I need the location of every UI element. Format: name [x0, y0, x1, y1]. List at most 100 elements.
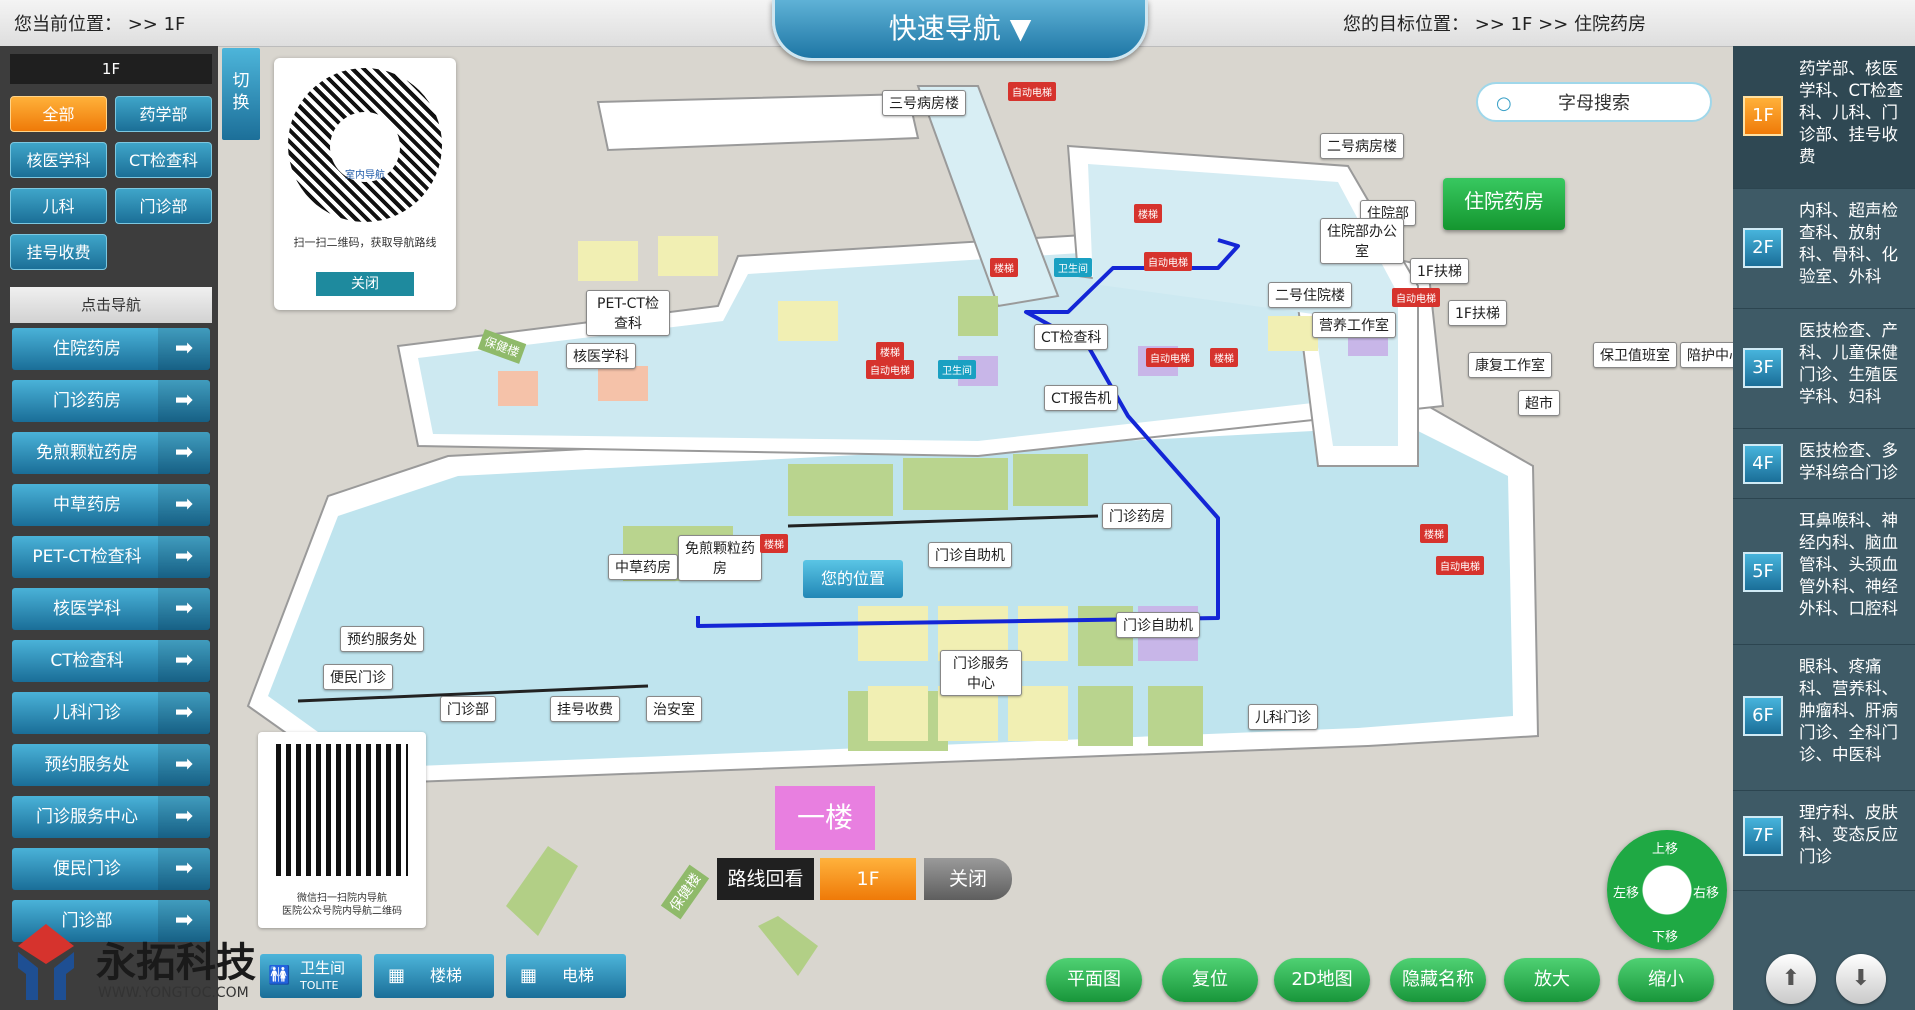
floor-button-3f[interactable]: 3F — [1743, 348, 1783, 388]
arrow-right-icon: ➡ — [158, 328, 210, 370]
restroom-button[interactable]: 🚻 卫生间 TOLITE — [260, 954, 362, 998]
floor-row-4f[interactable]: 4F 医技检查、多学科综合门诊 — [1733, 428, 1915, 499]
2d-map-button[interactable]: 2D地图 — [1274, 958, 1370, 1002]
nav-item-service-center[interactable]: 门诊服务中心 ➡ — [12, 796, 210, 838]
map-label-ct-report[interactable]: CT报告机 — [1044, 385, 1119, 411]
floor-row-5f[interactable]: 5F 耳鼻喉科、神经内科、脑血管科、头颈血管外科、神经外科、口腔科 — [1733, 498, 1915, 645]
map-label-granule-pharmacy[interactable]: 免煎颗粒药房 — [678, 535, 762, 581]
map-tag-elevator[interactable]: 自动电梯 — [1392, 288, 1440, 307]
map-label-service-center[interactable]: 门诊服务中心 — [940, 650, 1022, 696]
map-tag-elevator[interactable]: 自动电梯 — [866, 360, 914, 379]
map-tag-elevator[interactable]: 自动电梯 — [1436, 556, 1484, 575]
floor-button-1f[interactable]: 1F — [1743, 96, 1783, 136]
map-label-inpatient-building-2[interactable]: 二号住院楼 — [1268, 282, 1352, 308]
map-label-self-service-a[interactable]: 门诊自助机 — [928, 542, 1012, 568]
map-tag-stairs[interactable]: 楼梯 — [876, 342, 904, 361]
elevator-button[interactable]: ▦ 电梯 — [506, 954, 626, 998]
pan-left-button[interactable]: 左移 — [1613, 882, 1639, 901]
floor-row-6f[interactable]: 6F 眼科、疼痛科、营养科、肿瘤科、肝病门诊、全科门诊、中医科 — [1733, 644, 1915, 791]
qr-popup: 室内导航 扫一扫二维码，获取导航路线 关闭 — [274, 58, 456, 310]
reset-button[interactable]: 复位 — [1162, 958, 1258, 1002]
route-floor-button[interactable]: 1F — [820, 858, 916, 900]
nav-item-pediatrics[interactable]: 儿科门诊 ➡ — [12, 692, 210, 734]
floor-row-3f[interactable]: 3F 医技检查、产科、儿童保健门诊、生殖医学科、妇科 — [1733, 308, 1915, 429]
letter-search-input[interactable]: ○ 字母搜索 — [1476, 82, 1712, 122]
map-tag-stairs[interactable]: 楼梯 — [1420, 524, 1448, 543]
category-ct[interactable]: CT检查科 — [115, 142, 212, 178]
plan-view-button[interactable]: 平面图 — [1046, 958, 1142, 1002]
qr-close-button[interactable]: 关闭 — [316, 272, 414, 296]
map-label-registration[interactable]: 挂号收费 — [550, 696, 620, 722]
map-label-building-2[interactable]: 二号病房楼 — [1320, 133, 1404, 159]
map-label-security-room[interactable]: 保卫值班室 — [1593, 342, 1677, 368]
map-label-security-post[interactable]: 治安室 — [646, 696, 702, 722]
nav-item-appointment[interactable]: 预约服务处 ➡ — [12, 744, 210, 786]
map-label-building-3[interactable]: 三号病房楼 — [882, 90, 966, 116]
pan-right-button[interactable]: 右移 — [1693, 882, 1719, 901]
floor-button-2f[interactable]: 2F — [1743, 228, 1783, 268]
map-label-herbal-pharmacy[interactable]: 中草药房 — [608, 554, 678, 580]
map-label-escalator-a[interactable]: 1F扶梯 — [1410, 258, 1469, 284]
category-pharmacy[interactable]: 药学部 — [115, 96, 212, 132]
map-tag-elevator[interactable]: 自动电梯 — [1144, 252, 1192, 271]
floor-up-button[interactable]: ⬆ — [1766, 954, 1816, 1004]
map-label-ct[interactable]: CT检查科 — [1034, 324, 1109, 350]
zoom-in-button[interactable]: 放大 — [1504, 958, 1600, 1002]
floor-desc-1f: 药学部、核医学科、CT检查科、儿科、门诊部、挂号收费 — [1799, 59, 1904, 166]
hide-names-button[interactable]: 隐藏名称 — [1390, 958, 1486, 1002]
map-label-self-service-b[interactable]: 门诊自助机 — [1116, 612, 1200, 638]
map-label-supermarket[interactable]: 超市 — [1518, 390, 1560, 416]
floor-row-7f[interactable]: 7F 理疗科、皮肤科、变态反应门诊 — [1733, 790, 1915, 891]
map-tag-stairs[interactable]: 楼梯 — [1134, 204, 1162, 223]
route-close-button[interactable]: 关闭 — [924, 858, 1012, 900]
map-tag-restroom[interactable]: 卫生间 — [938, 360, 976, 379]
nav-item-convenience-clinic[interactable]: 便民门诊 ➡ — [12, 848, 210, 890]
category-pediatrics[interactable]: 儿科 — [10, 188, 107, 224]
map-label-appointment[interactable]: 预约服务处 — [340, 626, 424, 652]
map-tag-elevator[interactable]: 自动电梯 — [1146, 348, 1194, 367]
map-label-pediatric-clinic[interactable]: 儿科门诊 — [1248, 704, 1318, 730]
map-label-outpatient-dept[interactable]: 门诊部 — [440, 696, 496, 722]
floor-button-4f[interactable]: 4F — [1743, 444, 1783, 484]
category-nuclear-medicine[interactable]: 核医学科 — [10, 142, 107, 178]
map-tag-stairs[interactable]: 楼梯 — [1210, 348, 1238, 367]
map-tag-stairs[interactable]: 楼梯 — [990, 258, 1018, 277]
pan-control-pad[interactable]: 上移 下移 左移 右移 — [1607, 830, 1727, 950]
map-label-nuclear-medicine[interactable]: 核医学科 — [566, 343, 636, 369]
nav-item-granule-pharmacy[interactable]: 免煎颗粒药房 ➡ — [12, 432, 210, 474]
destination-marker[interactable]: 住院药房 — [1443, 178, 1565, 230]
nav-item-ct[interactable]: CT检查科 ➡ — [12, 640, 210, 682]
floor-desc-5f: 耳鼻喉科、神经内科、脑血管科、头颈血管外科、神经外科、口腔科 — [1799, 511, 1898, 618]
wechat-qr-panel: 微信扫一扫院内导航 医院公众号院内导航二维码 — [258, 732, 426, 928]
map-label-rehab-room[interactable]: 康复工作室 — [1468, 352, 1552, 378]
nav-item-pet-ct[interactable]: PET-CT检查科 ➡ — [12, 536, 210, 578]
nav-item-outpatient-pharmacy[interactable]: 门诊药房 ➡ — [12, 380, 210, 422]
route-review-button[interactable]: 路线回看 — [717, 858, 814, 900]
floor-button-6f[interactable]: 6F — [1743, 696, 1783, 736]
switch-button[interactable]: 切换 — [222, 48, 260, 140]
floor-row-1f[interactable]: 1F 药学部、核医学科、CT检查科、儿科、门诊部、挂号收费 — [1733, 46, 1915, 189]
map-tag-elevator[interactable]: 自动电梯 — [1008, 82, 1056, 101]
map-tag-stairs[interactable]: 楼梯 — [760, 534, 788, 553]
pan-up-button[interactable]: 上移 — [1652, 838, 1678, 857]
stairs-button[interactable]: ▦ 楼梯 — [374, 954, 494, 998]
nav-item-inpatient-pharmacy[interactable]: 住院药房 ➡ — [12, 328, 210, 370]
map-label-inpatient-office[interactable]: 住院部办公室 — [1320, 218, 1404, 264]
floor-down-button[interactable]: ⬇ — [1836, 954, 1886, 1004]
zoom-out-button[interactable]: 缩小 — [1618, 958, 1714, 1002]
map-label-convenience-clinic[interactable]: 便民门诊 — [323, 664, 393, 690]
map-tag-restroom[interactable]: 卫生间 — [1054, 258, 1092, 277]
map-label-pet-ct[interactable]: PET-CT检查科 — [586, 290, 670, 336]
nav-item-herbal-pharmacy[interactable]: 中草药房 ➡ — [12, 484, 210, 526]
map-label-nutrition-room[interactable]: 营养工作室 — [1312, 312, 1396, 338]
pan-down-button[interactable]: 下移 — [1652, 926, 1678, 945]
category-outpatient[interactable]: 门诊部 — [115, 188, 212, 224]
nav-item-nuclear-medicine[interactable]: 核医学科 ➡ — [12, 588, 210, 630]
map-label-outpatient-pharmacy[interactable]: 门诊药房 — [1102, 503, 1172, 529]
floor-button-5f[interactable]: 5F — [1743, 552, 1783, 592]
floor-row-2f[interactable]: 2F 内科、超声检查科、放射科、骨科、化验室、外科 — [1733, 188, 1915, 309]
map-label-escalator-b[interactable]: 1F扶梯 — [1448, 300, 1507, 326]
floor-button-7f[interactable]: 7F — [1743, 816, 1783, 856]
category-registration[interactable]: 挂号收费 — [10, 234, 107, 270]
category-all[interactable]: 全部 — [10, 96, 107, 132]
